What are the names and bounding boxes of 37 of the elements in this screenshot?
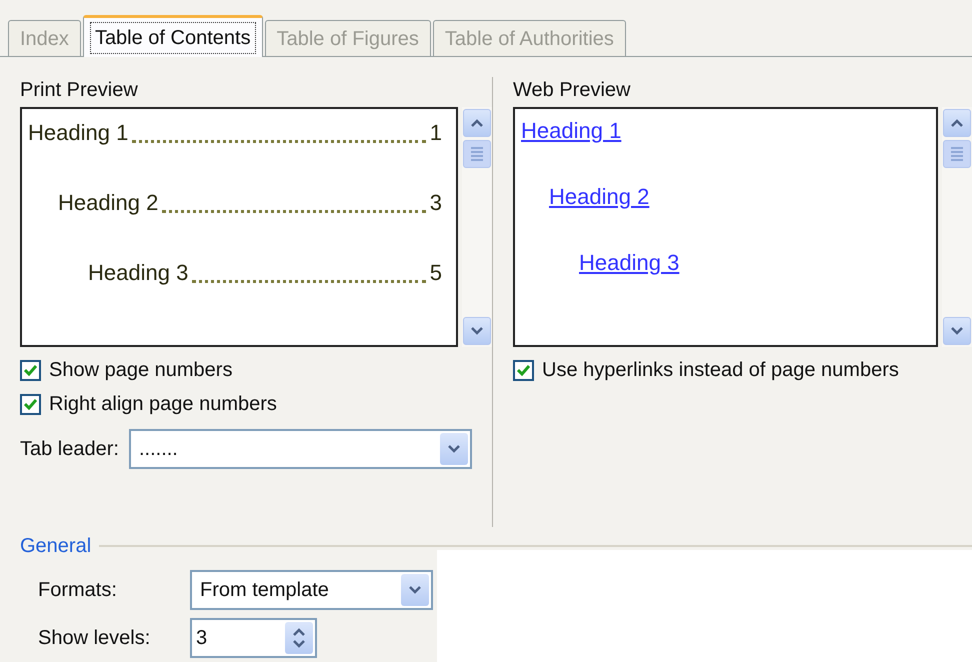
toc-entry-text: Heading 1 [28,119,128,147]
checkbox-label: Right align page numbers [49,392,277,417]
scroll-down-button[interactable] [463,317,491,345]
checkbox[interactable] [20,394,41,414]
checkbox[interactable] [20,360,41,380]
spin-arrows-icon [285,622,313,654]
scroll-down-button[interactable] [943,317,971,345]
toc-entry-text: Heading 3 [88,259,188,287]
heading-link[interactable]: Heading 2 [549,180,650,213]
field-label: Show levels: [38,626,152,651]
toc-entry-text: Heading 2 [58,189,158,217]
scroll-thumb[interactable] [943,140,971,168]
field-label: Formats: [38,578,118,603]
checkbox-label: Use hyperlinks instead of page numbers [542,358,899,383]
checkmark-icon [517,364,530,376]
dropdown[interactable]: From template [190,570,433,610]
scrollbar[interactable] [462,107,492,347]
page-number: 5 [430,259,442,287]
group-title: General [20,534,92,559]
heading-link[interactable]: Heading 3 [579,246,680,279]
scroll-up-button[interactable] [463,109,491,137]
spin-box[interactable]: 3 [190,618,317,658]
page-number: 1 [430,119,442,147]
heading-link[interactable]: Heading 1 [521,114,622,147]
checkbox[interactable] [513,360,534,380]
scroll-thumb[interactable] [463,140,491,168]
scrollbar[interactable] [942,107,972,347]
tab[interactable]: Table of Contents [82,15,263,57]
checkmark-icon [24,398,37,410]
scroll-up-button[interactable] [943,109,971,137]
section-label: Print Preview [20,78,139,103]
section-label: Web Preview [513,78,632,103]
checkbox-label: Show page numbers [49,358,232,383]
checkmark-icon [24,364,37,376]
field-label: Tab leader: [20,437,119,462]
dropdown[interactable]: ....... [128,429,472,469]
page-number: 3 [430,189,442,217]
